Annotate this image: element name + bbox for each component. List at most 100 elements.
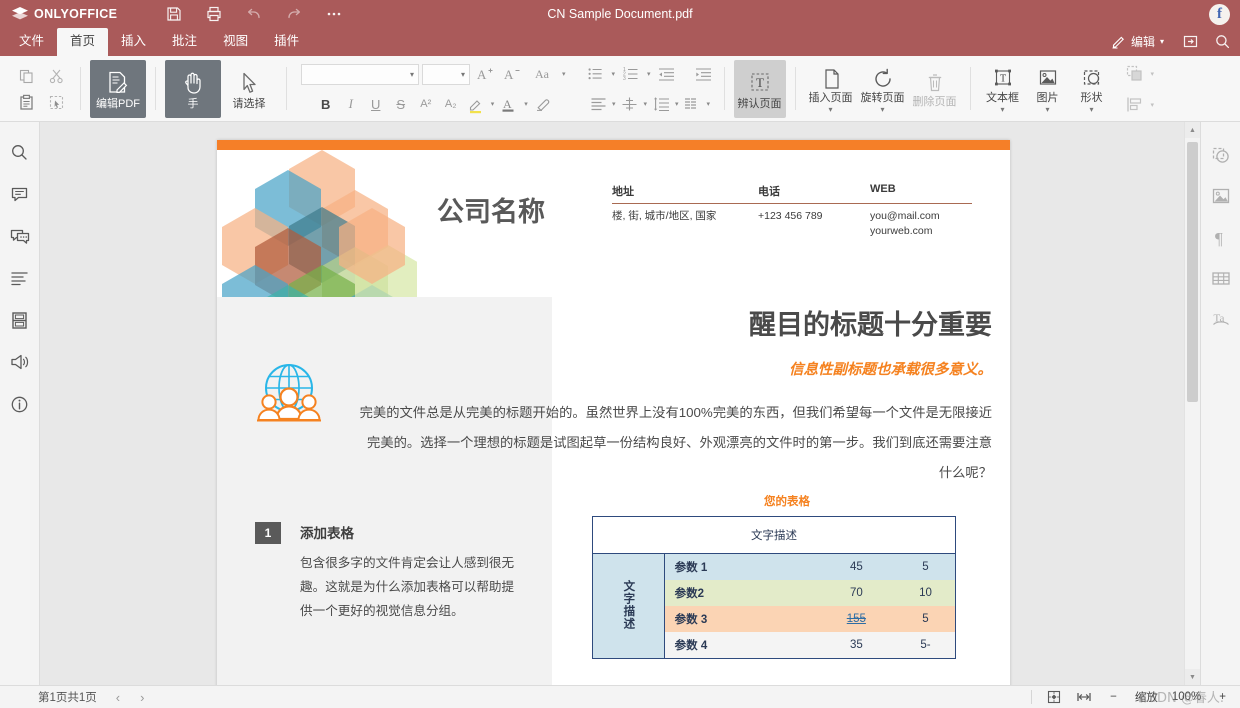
document-heading[interactable]: 醒目的标题十分重要: [572, 303, 992, 342]
about-icon[interactable]: [6, 392, 34, 416]
redo-icon[interactable]: [285, 5, 303, 23]
save-icon[interactable]: [165, 5, 183, 23]
chevron-down-icon[interactable]: ▾: [560, 70, 568, 78]
chevron-down-icon[interactable]: ▾: [642, 100, 650, 108]
table-cell-value[interactable]: 35: [817, 632, 896, 658]
page-thumbnails-icon[interactable]: [6, 308, 34, 332]
underline-button[interactable]: U: [364, 93, 388, 116]
table-cell-extra[interactable]: 5: [896, 554, 955, 581]
table-cell-link[interactable]: 155: [847, 613, 866, 625]
font-size-select[interactable]: ▾: [422, 63, 470, 85]
shape-button[interactable]: 形状 ▾: [1070, 60, 1114, 118]
highlight-color-icon[interactable]: [464, 93, 488, 116]
image-button[interactable]: 图片 ▾: [1026, 60, 1070, 118]
table-cell-name[interactable]: 参数 1: [664, 554, 817, 581]
undo-icon[interactable]: [245, 5, 263, 23]
comment-icon[interactable]: [6, 182, 34, 206]
search-icon[interactable]: [1214, 33, 1232, 51]
bullets-icon[interactable]: [585, 63, 607, 86]
section-title[interactable]: 添加表格: [300, 522, 354, 542]
section-body[interactable]: 包含很多字的文件肯定会让人感到很无趣。这就是为什么添加表格可以帮助提供一个更好的…: [300, 551, 518, 623]
insert-page-button[interactable]: 插入页面 ▾: [805, 60, 857, 118]
copy-icon[interactable]: [13, 64, 39, 88]
cut-icon[interactable]: [43, 64, 69, 88]
font-name-select[interactable]: ▾: [301, 63, 419, 85]
paste-icon[interactable]: [13, 90, 39, 114]
table-settings-icon[interactable]: [1207, 265, 1235, 291]
document-canvas[interactable]: 公司名称 地址 电话 WEB 楼, 街, 城市/地区, 国家 +123 456 …: [40, 122, 1200, 685]
chevron-down-icon[interactable]: ▾: [829, 105, 833, 113]
bold-button[interactable]: B: [314, 93, 338, 116]
chevron-down-icon[interactable]: ▾: [705, 100, 713, 108]
edit-mode-button[interactable]: 编辑 ▾: [1107, 31, 1168, 52]
zoom-in-button[interactable]: +: [1215, 691, 1230, 703]
pdf-page[interactable]: 公司名称 地址 电话 WEB 楼, 街, 城市/地区, 国家 +123 456 …: [217, 140, 1010, 685]
recognize-page-button[interactable]: T 辨认页面: [733, 60, 786, 118]
search-icon[interactable]: [6, 140, 34, 164]
chevron-down-icon[interactable]: ▾: [522, 100, 530, 108]
hand-tool-button[interactable]: 手: [165, 60, 221, 118]
more-icon[interactable]: [325, 5, 343, 23]
numbering-icon[interactable]: 123: [620, 63, 642, 86]
table-cell-name[interactable]: 参数2: [664, 580, 817, 606]
paragraph-settings-icon[interactable]: ¶: [1207, 224, 1235, 250]
subscript-button[interactable]: A₂: [439, 93, 463, 116]
line-spacing-icon[interactable]: [650, 93, 672, 116]
tab-plugins[interactable]: 插件: [261, 28, 312, 56]
table-cell-name[interactable]: 参数 3: [664, 606, 817, 632]
chat-icon[interactable]: [6, 224, 34, 248]
change-case-icon[interactable]: Aa: [527, 63, 557, 86]
select-tool-button[interactable]: 请选择: [221, 60, 277, 118]
chevron-down-icon[interactable]: ▾: [1046, 105, 1050, 113]
zoom-out-button[interactable]: −: [1106, 691, 1121, 703]
print-icon[interactable]: [205, 5, 223, 23]
scroll-down-arrow[interactable]: ▼: [1185, 669, 1200, 685]
table-cell-extra[interactable]: 5: [896, 606, 955, 632]
headings-icon[interactable]: [6, 266, 34, 290]
font-color-icon[interactable]: A: [497, 93, 521, 116]
table-cell-value[interactable]: 155: [817, 606, 896, 632]
document-table[interactable]: 文字描述 文字描述 参数 1 45 5 参数2 70 10 参数 3 155 5…: [592, 516, 956, 659]
fit-width-icon[interactable]: [1076, 689, 1092, 705]
tab-file[interactable]: 文件: [6, 28, 57, 56]
select-all-icon[interactable]: [43, 90, 69, 114]
table-cell-extra[interactable]: 10: [896, 580, 955, 606]
company-name[interactable]: 公司名称: [437, 190, 545, 229]
zoom-value[interactable]: 100%: [1172, 691, 1201, 703]
chevron-down-icon[interactable]: ▾: [1090, 105, 1094, 113]
chevron-down-icon[interactable]: ▾: [610, 100, 618, 108]
italic-button[interactable]: I: [339, 93, 363, 116]
increase-indent-icon[interactable]: [693, 63, 715, 86]
table-cell-extra[interactable]: 5-: [896, 632, 955, 658]
table-row[interactable]: 文字描述 参数 1 45 5: [593, 553, 955, 658]
feedback-icon[interactable]: [6, 350, 34, 374]
chevron-down-icon[interactable]: ▾: [489, 100, 497, 108]
text-art-settings-icon[interactable]: Ta: [1207, 306, 1235, 332]
text-box-button[interactable]: T 文本框 ▾: [980, 60, 1026, 118]
brand[interactable]: ONLYOFFICE: [12, 7, 117, 21]
increase-font-size-icon[interactable]: A: [473, 63, 497, 86]
avatar[interactable]: f: [1209, 4, 1230, 25]
chevron-down-icon[interactable]: ▾: [673, 100, 681, 108]
edit-pdf-button[interactable]: 编辑PDF: [90, 60, 146, 118]
align-icon[interactable]: [587, 93, 609, 116]
strikethrough-button[interactable]: S: [389, 93, 413, 116]
decrease-font-size-icon[interactable]: A: [500, 63, 524, 86]
scrollbar-thumb[interactable]: [1187, 142, 1198, 402]
columns-icon[interactable]: [682, 93, 704, 116]
chevron-down-icon[interactable]: ▾: [610, 70, 618, 78]
document-body-paragraph[interactable]: 完美的文件总是从完美的标题开始的。虽然世界上没有100%完美的东西，但我们希望每…: [359, 398, 992, 488]
tab-comment[interactable]: 批注: [159, 28, 210, 56]
tab-insert[interactable]: 插入: [108, 28, 159, 56]
prev-page-icon[interactable]: ‹: [113, 690, 123, 705]
superscript-button[interactable]: A²: [414, 93, 438, 116]
shape-settings-icon[interactable]: [1207, 142, 1235, 168]
image-settings-icon[interactable]: [1207, 183, 1235, 209]
next-page-icon[interactable]: ›: [137, 690, 147, 705]
tab-home[interactable]: 首页: [57, 28, 109, 56]
table-cell-name[interactable]: 参数 4: [664, 632, 817, 658]
vertical-align-icon[interactable]: [619, 93, 641, 116]
chevron-down-icon[interactable]: ▾: [881, 105, 885, 113]
document-subheading[interactable]: 信息性副标题也承载很多意义。: [572, 358, 992, 379]
fit-page-icon[interactable]: [1046, 689, 1062, 705]
